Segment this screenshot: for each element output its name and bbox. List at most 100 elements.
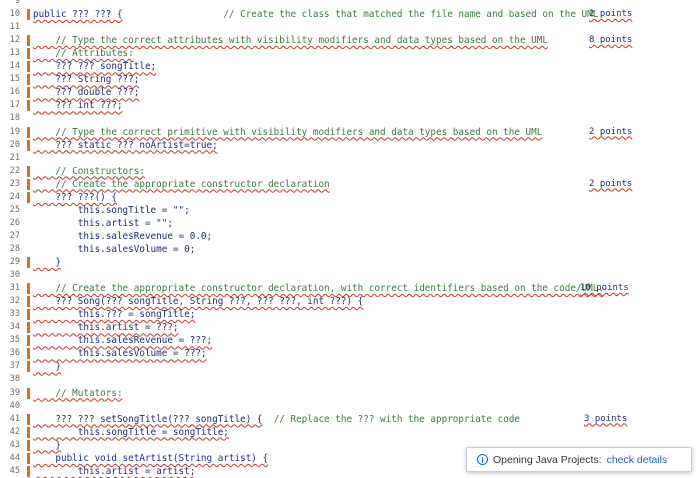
code-text: // Type the correct primitive with visib… <box>33 126 542 139</box>
code-line[interactable]: 39 // Mutators: <box>0 387 700 400</box>
code-token: this.salesRevenue = ???; <box>33 335 213 347</box>
code-line[interactable]: 12 // Type the correct attributes with v… <box>0 34 700 47</box>
error-gutter-marker <box>27 100 30 112</box>
code-text: } <box>33 360 61 373</box>
code-token: } <box>33 361 61 373</box>
line-number: 41 <box>9 413 20 424</box>
code-line[interactable]: 37 } <box>0 360 700 373</box>
line-number: 33 <box>9 309 20 320</box>
code-comment: // Replace the ??? with the appropriate … <box>262 413 520 425</box>
code-token: ??? int ???; <box>33 100 123 112</box>
code-line[interactable]: 40 <box>0 400 700 413</box>
code-line[interactable]: 13 // Attributes: <box>0 47 700 60</box>
code-token: this.artist = ""; <box>33 217 173 229</box>
code-text: ??? double ???; <box>33 86 139 99</box>
code-comment: // Constructors: <box>33 165 145 177</box>
code-line[interactable]: 22 // Constructors: <box>0 165 700 178</box>
line-number: 44 <box>9 452 20 463</box>
code-text: ??? Song(??? songTitle, String ???, ??? … <box>33 295 363 308</box>
code-comment: // Type the correct primitive with visib… <box>33 126 543 138</box>
error-gutter-marker <box>27 413 30 425</box>
code-text: this.artist = artist; <box>33 465 196 478</box>
code-text: this.songTitle = songTitle; <box>33 426 229 439</box>
line-number: 22 <box>9 165 20 176</box>
line-number: 29 <box>9 257 20 267</box>
code-line[interactable]: 33 this.??? = songTitle; <box>0 308 700 321</box>
code-line[interactable]: 31 // Create the appropriate constructor… <box>0 282 700 295</box>
code-line[interactable]: 23 // Create the appropriate constructor… <box>0 178 700 191</box>
code-line[interactable]: 32 ??? Song(??? songTitle, String ???, ?… <box>0 295 700 308</box>
error-gutter-marker <box>27 322 30 334</box>
error-gutter-marker <box>27 309 30 321</box>
code-text: // Attributes: <box>33 47 133 60</box>
error-gutter-marker <box>27 348 30 360</box>
code-text: this.??? = songTitle; <box>33 308 196 321</box>
line-number: 20 <box>9 139 20 150</box>
code-text: ??? ???() { <box>33 191 117 204</box>
code-line[interactable]: 28 this.salesVolume = 0; <box>0 243 700 256</box>
code-line[interactable]: 9 <box>0 0 700 8</box>
line-number: 17 <box>9 100 20 111</box>
code-line[interactable]: 27 this.salesRevenue = 0.0; <box>0 230 700 243</box>
points-label: 2 points <box>589 9 633 20</box>
error-gutter-marker <box>27 61 30 73</box>
check-details-link[interactable]: check details <box>607 454 668 466</box>
line-number: 14 <box>9 61 20 72</box>
java-projects-notification[interactable]: i Opening Java Projects: check details <box>466 447 692 472</box>
line-number: 38 <box>9 374 20 385</box>
code-line[interactable]: 42 this.songTitle = songTitle; <box>0 426 700 439</box>
line-number: 30 <box>9 270 20 281</box>
code-line[interactable]: 15 ??? String ???; <box>0 73 700 86</box>
line-number: 34 <box>9 322 20 333</box>
code-text: public ??? ??? { // Create the class tha… <box>33 8 598 21</box>
code-line[interactable]: 16 ??? double ???; <box>0 86 700 99</box>
code-comment: // Type the correct attributes with visi… <box>33 35 548 47</box>
code-line[interactable]: 19 // Type the correct primitive with vi… <box>0 126 700 139</box>
code-line[interactable]: 18 <box>0 112 700 125</box>
error-gutter-marker <box>27 165 30 177</box>
code-token: this.songTitle = songTitle; <box>33 426 229 438</box>
error-gutter-marker <box>27 126 30 138</box>
code-text: this.artist = ""; <box>33 217 173 230</box>
code-line[interactable]: 11 <box>0 21 700 34</box>
line-number: 16 <box>9 87 20 98</box>
code-line[interactable]: 20 ??? static ??? noArtist=true; <box>0 139 700 152</box>
line-number: 10 <box>9 9 20 20</box>
code-line[interactable]: 17 ??? int ???; <box>0 99 700 112</box>
code-line[interactable]: 36 this.salesVolume = ???; <box>0 347 700 360</box>
code-line[interactable]: 34 this.artist = ???; <box>0 321 700 334</box>
code-line[interactable]: 24 ??? ???() { <box>0 191 700 204</box>
code-line[interactable]: 10 public ??? ??? { // Create the class t… <box>0 8 700 21</box>
code-line[interactable]: 29 } <box>0 256 700 269</box>
line-number: 23 <box>9 178 20 189</box>
code-line[interactable]: 35 this.salesRevenue = ???; <box>0 334 700 347</box>
code-token: ??? ??? setSongTitle(??? songTitle) { <box>33 413 263 425</box>
code-line[interactable]: 25 this.songTitle = ""; <box>0 204 700 217</box>
line-number: 24 <box>9 191 20 202</box>
error-gutter-marker <box>27 178 30 190</box>
code-line[interactable]: 14 ??? ??? songTitle; <box>0 60 700 73</box>
code-text: ??? static ??? noArtist=true; <box>33 139 217 152</box>
error-gutter-marker <box>27 387 30 399</box>
line-number: 37 <box>9 361 20 372</box>
error-gutter-marker <box>27 335 30 347</box>
line-number: 15 <box>9 74 20 85</box>
line-number: 9 <box>14 0 20 6</box>
line-number: 28 <box>9 243 20 254</box>
line-number: 32 <box>9 296 20 307</box>
code-text: this.artist = ???; <box>33 321 179 334</box>
code-line[interactable]: 41 ??? ??? setSongTitle(??? songTitle) {… <box>0 413 700 426</box>
code-line[interactable]: 38 <box>0 373 700 386</box>
line-number: 35 <box>9 335 20 346</box>
code-text: this.salesRevenue = ???; <box>33 334 212 347</box>
code-token: this.salesRevenue = 0.0; <box>33 230 213 242</box>
code-token: ??? Song(??? songTitle, String ???, ??? … <box>33 296 364 308</box>
line-number: 11 <box>9 22 20 33</box>
code-line[interactable]: 30 <box>0 269 700 282</box>
code-editor[interactable]: 9 10 public ??? ??? { // Create the class … <box>0 0 700 478</box>
code-token: this.artist = ???; <box>33 322 179 334</box>
error-gutter-marker <box>27 191 30 203</box>
code-line[interactable]: 26 this.artist = ""; <box>0 217 700 230</box>
code-line[interactable]: 21 <box>0 152 700 165</box>
